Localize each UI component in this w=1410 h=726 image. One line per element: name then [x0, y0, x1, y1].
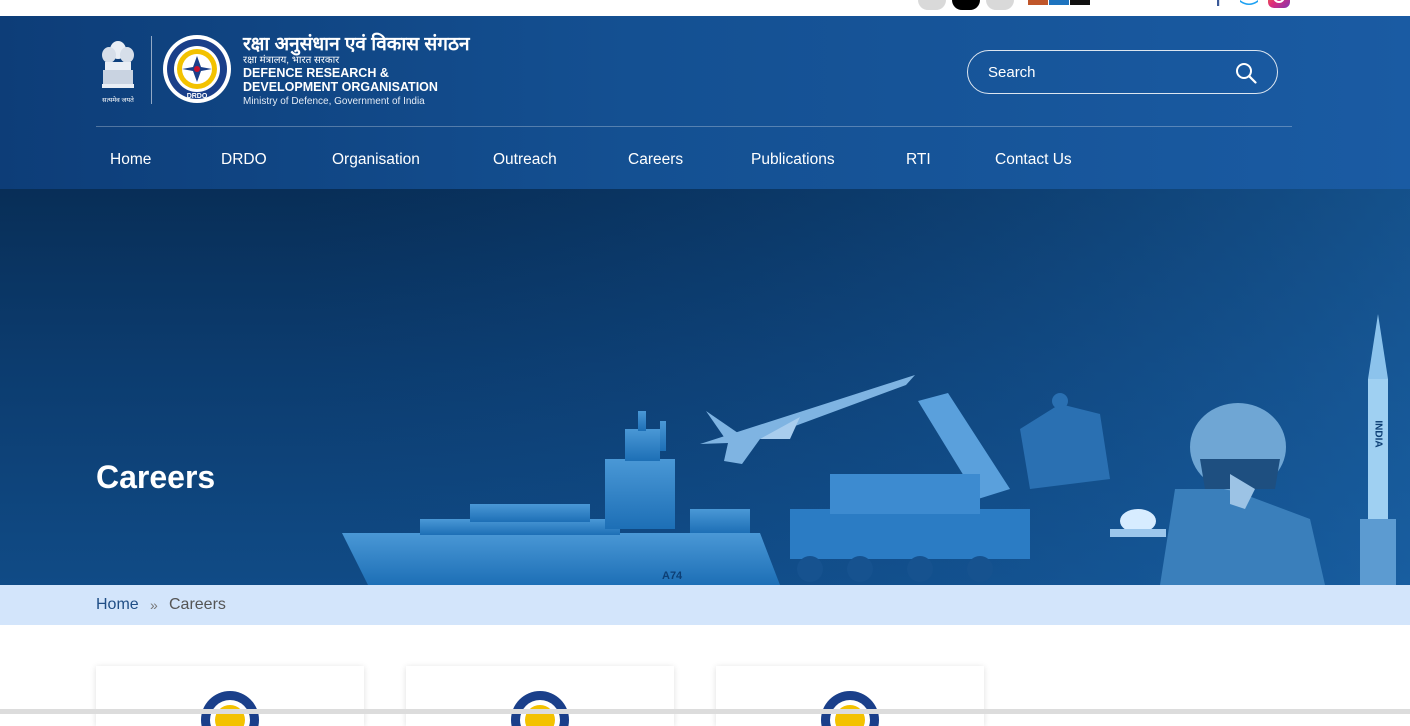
- twitter-icon[interactable]: [1240, 0, 1258, 6]
- breadcrumb-current: Careers: [169, 596, 226, 613]
- site-header: सत्यमेव जयते DRDO रक्षा अनुसंधान एवं विक…: [0, 16, 1410, 189]
- org-name-english: DEFENCE RESEARCH & DEVELOPMENT ORGANISAT…: [243, 66, 438, 94]
- ship-hull-number: A74: [662, 570, 683, 582]
- header-divider: [151, 36, 152, 104]
- org-name-english-line2: DEVELOPMENT ORGANISATION: [243, 80, 438, 94]
- font-size-control[interactable]: [918, 0, 946, 10]
- theme-swatch-black[interactable]: [1070, 0, 1090, 5]
- ministry-hindi: रक्षा मंत्रालय, भारत सरकार: [243, 55, 340, 66]
- ministry-english: Ministry of Defence, Government of India: [243, 96, 425, 107]
- nav-item-drdo[interactable]: DRDO: [221, 140, 267, 180]
- contrast-dark-control[interactable]: [952, 0, 980, 10]
- nav-item-organisation[interactable]: Organisation: [332, 140, 420, 180]
- breadcrumb: Home » Careers: [0, 585, 1410, 625]
- careers-card[interactable]: [716, 666, 984, 726]
- nav-item-contact-us[interactable]: Contact Us: [995, 140, 1072, 180]
- nav-item-careers[interactable]: Careers: [628, 140, 683, 180]
- top-utility-bar: [0, 0, 1410, 16]
- emblem-caption: सत्यमेव जयते: [102, 96, 134, 104]
- theme-swatch-blue[interactable]: [1049, 0, 1069, 5]
- hero-banner: A74 INDIA Careers: [0, 189, 1410, 585]
- breadcrumb-home[interactable]: Home: [96, 585, 139, 625]
- facebook-icon[interactable]: [1214, 0, 1222, 6]
- careers-card[interactable]: [406, 666, 674, 726]
- search-input[interactable]: [988, 51, 1228, 93]
- missile-label: INDIA: [1373, 420, 1384, 447]
- drdo-logo-icon: [821, 691, 879, 726]
- theme-swatch-orange[interactable]: [1028, 0, 1048, 5]
- careers-card-grid: [0, 625, 1410, 726]
- hero-title: Careers: [96, 459, 216, 495]
- search-icon[interactable]: [1235, 62, 1257, 84]
- contrast-light-control[interactable]: [986, 0, 1014, 10]
- instagram-icon[interactable]: [1268, 0, 1290, 9]
- national-emblem-icon[interactable]: सत्यमेव जयते: [98, 38, 138, 106]
- nav-item-rti[interactable]: RTI: [906, 140, 931, 180]
- bottom-edge: [0, 709, 1410, 714]
- nav-item-publications[interactable]: Publications: [751, 140, 835, 180]
- hero-defence-illustration: A74 INDIA: [300, 189, 1410, 585]
- careers-card[interactable]: [96, 666, 364, 726]
- nav-item-home[interactable]: Home: [110, 140, 151, 180]
- drdo-logo-icon[interactable]: DRDO: [162, 34, 232, 104]
- search-box[interactable]: [967, 50, 1278, 94]
- breadcrumb-separator: »: [150, 597, 158, 613]
- drdo-logo-icon: [201, 691, 259, 726]
- header-separator: [96, 126, 1292, 127]
- drdo-logo-text: DRDO: [187, 93, 208, 100]
- drdo-logo-icon: [511, 691, 569, 726]
- org-name-english-line1: DEFENCE RESEARCH &: [243, 66, 389, 80]
- nav-item-outreach[interactable]: Outreach: [493, 140, 557, 180]
